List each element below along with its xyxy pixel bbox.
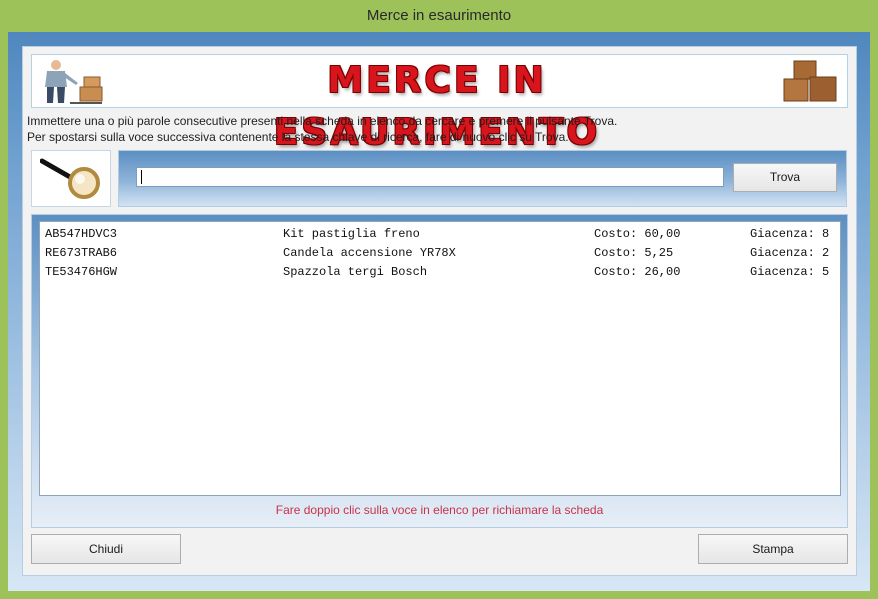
list-item[interactable]: AB547HDVC3 Kit pastiglia freno Costo: 60… [40,224,840,243]
client-area: MERCE IN ESAURIMENTO Immettere una o più… [8,32,870,591]
item-code: AB547HDVC3 [45,227,118,241]
search-panel: Trova [118,150,847,207]
search-icon-box [31,150,111,207]
find-button[interactable]: Trova [733,163,837,192]
item-code: TE53476HGW [45,265,118,279]
content-panel: MERCE IN ESAURIMENTO Immettere una o più… [22,46,857,576]
results-list[interactable]: AB547HDVC3 Kit pastiglia freno Costo: 60… [39,221,841,496]
boxes-icon [783,60,837,102]
magnifier-icon [40,158,100,199]
item-description: Kit pastiglia freno [283,227,420,241]
item-stock: Giacenza: 2 [750,246,830,260]
item-description: Candela accensione YR78X [283,246,456,260]
instructions-line-2: Per spostarsi sulla voce successiva cont… [27,130,569,144]
item-cost: Costo: 26,00 [594,265,681,279]
delivery-man-icon [45,60,103,104]
item-stock: Giacenza: 8 [750,227,830,241]
item-description: Spazzola tergi Bosch [283,265,428,279]
instructions-line-1: Immettere una o più parole consecutive p… [27,114,618,128]
window-title: Merce in esaurimento [366,7,512,24]
list-item[interactable]: TE53476HGW Spazzola tergi Bosch Costo: 2… [40,262,840,281]
text-caret [141,170,142,184]
item-stock: Giacenza: 5 [750,265,830,279]
banner-title: MERCE IN ESAURIMENTO [273,60,601,153]
app-window: Merce in esaurimento MERCE IN ESAURIMENT… [0,0,878,599]
header-banner: MERCE IN ESAURIMENTO [31,54,848,153]
instructions: Immettere una o più parole consecutive p… [27,113,847,145]
list-item[interactable]: RE673TRAB6 Candela accensione YR78X Cost… [40,243,840,262]
item-code: RE673TRAB6 [45,246,118,260]
close-button[interactable]: Chiudi [31,534,181,564]
list-hint: Fare doppio clic sulla voce in elenco pe… [275,503,604,517]
search-input[interactable] [136,167,724,187]
results-panel: AB547HDVC3 Kit pastiglia freno Costo: 60… [31,214,848,528]
print-button[interactable]: Stampa [698,534,848,564]
item-cost: Costo: 60,00 [594,227,681,241]
item-cost: Costo: 5,25 [594,246,674,260]
